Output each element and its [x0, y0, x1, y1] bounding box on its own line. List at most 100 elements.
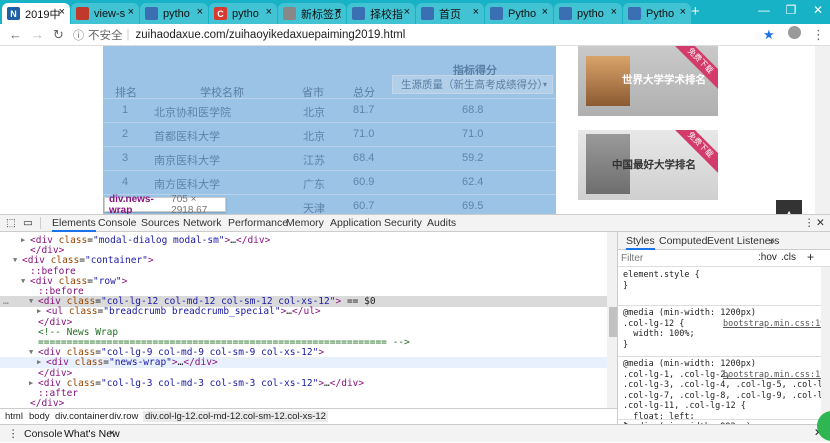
cell-quality: 69.5	[462, 200, 484, 212]
rule-separator	[618, 356, 821, 357]
tab-close-icon[interactable]: ×	[266, 6, 272, 18]
devtools-tab-sources[interactable]: Sources	[141, 217, 180, 229]
sidebar-tab[interactable]: Styles	[626, 235, 655, 250]
devtools-close-icon[interactable]: ✕	[816, 217, 825, 229]
styles-sidebar: StylesComputedEvent Listeners» :hov .cls…	[617, 232, 830, 443]
devtools-tab-console[interactable]: Console	[98, 217, 137, 229]
devtools-tab-memory[interactable]: Memory	[286, 217, 324, 229]
tab-close-icon[interactable]: ×	[542, 6, 548, 18]
drawer-tab-console[interactable]: Console	[24, 428, 63, 440]
devtools-tab-elements[interactable]: Elements	[52, 217, 96, 232]
cell-school[interactable]: 首都医科大学	[154, 128, 220, 144]
maximize-button[interactable]: ❐	[781, 3, 801, 17]
scroll-to-top-button[interactable]: ▲	[776, 200, 802, 214]
menu-kebab-icon[interactable]: ⋮	[812, 27, 825, 43]
cell-school[interactable]: 南京医科大学	[154, 152, 220, 168]
browser-tab-strip: N 2019中 × view-s × pytho × Cpytho × 新标签页 × 择校指 × 首页 × P…	[0, 0, 830, 24]
breadcrumb-item[interactable]: div.col-lg-12.col-md-12.col-sm-12.col-xs…	[143, 411, 328, 422]
cell-quality: 59.2	[462, 152, 484, 164]
minimize-button[interactable]: —	[754, 3, 774, 17]
device-toolbar-icon[interactable]: ▭	[23, 217, 33, 229]
breadcrumb-item[interactable]: div.row	[109, 411, 138, 422]
browser-tab[interactable]: 择校指 ×	[347, 3, 415, 24]
security-label: 不安全	[88, 30, 123, 42]
cell-school[interactable]: 南方医科大学	[154, 176, 220, 192]
devtools-tabbar: ⬚ ▭ ⋮ ✕ Elements Console Sources Network Per…	[0, 215, 830, 232]
tab-favicon-icon	[421, 7, 434, 20]
elements-scrollbar-thumb[interactable]	[609, 307, 617, 337]
dom-node-line[interactable]: </div>	[0, 398, 607, 408]
cell-school[interactable]: 北京协和医学院	[154, 104, 231, 120]
tab-close-icon[interactable]: ×	[473, 6, 479, 18]
ranking-table: 排名 学校名称 省市 总分 指标得分 生源质量（新生高考成绩得分） ▾ 1 北京协…	[103, 46, 556, 214]
tab-close-icon[interactable]: ×	[335, 6, 341, 18]
page-scrollbar[interactable]	[815, 46, 830, 214]
sidebar-tab[interactable]: »	[769, 235, 775, 247]
cell-rank: 1	[122, 104, 129, 116]
ad-china-ranking[interactable]: 中国最好大学排名 免费下载	[578, 130, 718, 200]
browser-tab[interactable]: pytho ×	[140, 3, 208, 24]
profile-avatar-icon[interactable]	[788, 26, 801, 39]
cell-province: 广东	[303, 179, 325, 191]
tab-close-icon[interactable]: ×	[404, 6, 410, 18]
bookmark-star-icon[interactable]: ★	[763, 27, 775, 43]
sidebar-tab[interactable]: Computed	[659, 235, 707, 247]
tab-close-icon[interactable]: ×	[611, 6, 617, 18]
css-rule[interactable]: element.style { }	[623, 270, 700, 291]
cell-score: 60.9	[353, 176, 375, 188]
breadcrumb-item[interactable]: body	[29, 411, 50, 422]
styles-filter-input[interactable]	[621, 252, 747, 264]
ad-world-ranking[interactable]: 世界大学学术排名 免费下载	[578, 46, 718, 116]
css-source-link[interactable]: bootstrap.min.css:1903	[723, 319, 830, 329]
devtools-tab-audits[interactable]: Audits	[427, 217, 456, 229]
address-bar[interactable]: ⓘ 不安全 | zuihaodaxue.com/zuihaoyikedaxuep…	[73, 26, 753, 44]
address-toolbar: ← → ↻ ⓘ 不安全 | zuihaodaxue.com/zuihaoyike…	[0, 24, 830, 46]
browser-tab[interactable]: Pytho ×	[485, 3, 553, 24]
cell-province: 北京	[303, 131, 325, 143]
hov-toggle[interactable]: :hov	[758, 252, 777, 263]
back-icon[interactable]: ←	[9, 27, 22, 42]
cell-rank: 2	[122, 128, 129, 140]
drawer-menu-icon[interactable]: ⋮	[8, 428, 19, 440]
tab-close-icon[interactable]: ×	[59, 6, 65, 18]
devtools-tab-network[interactable]: Network	[183, 217, 222, 229]
devtools-tab-application[interactable]: Application	[330, 217, 381, 229]
info-icon[interactable]: ⓘ	[73, 27, 84, 43]
dom-breadcrumb: html body div.container div.row div.col-lg-1…	[0, 408, 617, 422]
tab-close-icon[interactable]: ×	[128, 6, 134, 18]
indicator-select[interactable]: 生源质量（新生高考成绩得分） ▾	[392, 75, 553, 94]
reload-icon[interactable]: ↻	[53, 27, 64, 43]
cell-score: 68.4	[353, 152, 375, 164]
divider	[40, 217, 41, 229]
tab-close-icon[interactable]: ×	[680, 6, 686, 18]
tab-favicon-icon: N	[7, 7, 20, 20]
browser-tab[interactable]: view-s ×	[71, 3, 139, 24]
tab-close-icon[interactable]: ×	[197, 6, 203, 18]
tab-favicon-icon	[76, 7, 89, 20]
close-window-button[interactable]: ✕	[808, 3, 828, 17]
css-source-link[interactable]: bootstrap.min.css:1900	[723, 370, 830, 380]
breadcrumb-item[interactable]: html	[5, 411, 23, 422]
css-rule[interactable]: @media (min-width: 1200px) .col-lg-12 { …	[623, 308, 756, 350]
cell-province: 天津	[303, 203, 325, 214]
devtools-tab-performance[interactable]: Performance	[228, 217, 288, 229]
drawer-tab-close-icon[interactable]: ×	[109, 427, 115, 439]
devtools-menu-icon[interactable]: ⋮	[804, 217, 815, 229]
url-text[interactable]: zuihaodaxue.com/zuihaoyikedaxuepaiming20…	[136, 29, 406, 41]
cls-toggle[interactable]: .cls	[781, 252, 796, 263]
styles-scrollbar[interactable]	[821, 267, 830, 424]
browser-tab[interactable]: 新标签页 ×	[278, 3, 346, 24]
breadcrumb-item[interactable]: div.container	[55, 411, 108, 422]
browser-tab[interactable]: 首页 ×	[416, 3, 484, 24]
new-rule-button[interactable]: +	[807, 250, 814, 264]
browser-tab[interactable]: Pytho ×	[623, 3, 691, 24]
forward-icon[interactable]: →	[31, 27, 44, 42]
new-tab-button[interactable]: +	[691, 3, 700, 20]
browser-tab[interactable]: pytho ×	[554, 3, 622, 24]
browser-tab[interactable]: N 2019中 ×	[2, 3, 70, 24]
cell-quality: 62.4	[462, 176, 484, 188]
devtools-drawer-bar: ⋮ Console What's New × ✕	[0, 424, 830, 442]
inspect-element-icon[interactable]: ⬚	[6, 217, 16, 229]
devtools-tab-security[interactable]: Security	[384, 217, 422, 229]
browser-tab[interactable]: Cpytho ×	[209, 3, 277, 24]
